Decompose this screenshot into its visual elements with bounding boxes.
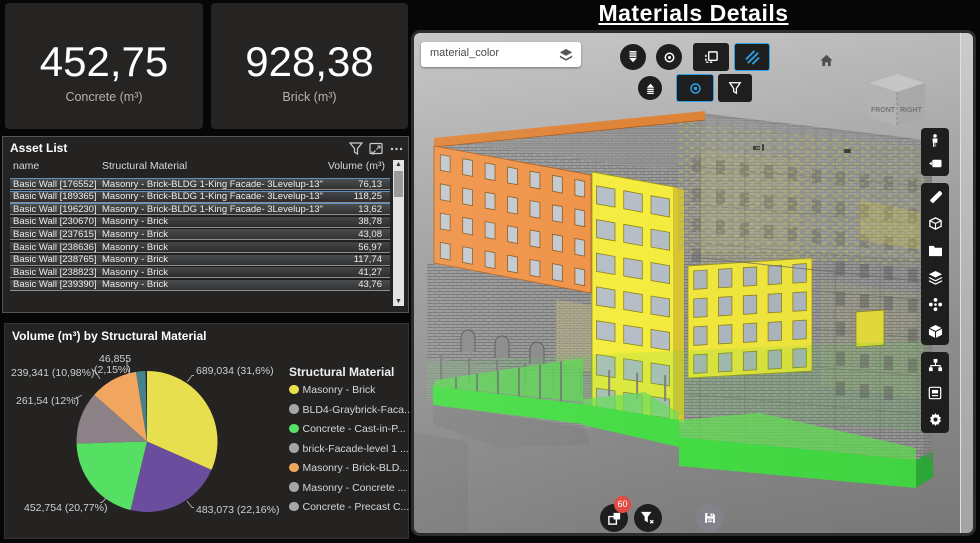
svg-text:FRONT: FRONT (871, 107, 896, 114)
svg-text:RIGHT: RIGHT (900, 107, 923, 114)
